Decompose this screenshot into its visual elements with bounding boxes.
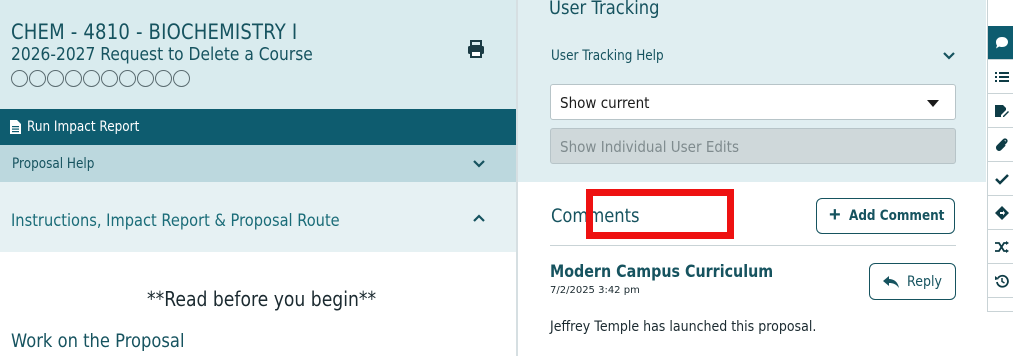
user-tracking-section: User Tracking User Tracking Help Show cu… — [518, 0, 986, 182]
reply-button[interactable]: Reply — [869, 263, 956, 300]
add-comment-button[interactable]: + Add Comment — [816, 198, 955, 234]
progress-circle — [83, 70, 100, 87]
print-icon[interactable] — [466, 39, 486, 59]
divider — [550, 245, 956, 246]
plus-icon: + — [829, 204, 841, 226]
chevron-down-icon — [943, 52, 955, 60]
comment-text: Jeffrey Temple has launched this proposa… — [550, 319, 817, 335]
chevron-up-icon — [473, 214, 485, 222]
highlight-box — [586, 189, 734, 239]
user-tracking-title: User Tracking — [549, 0, 660, 19]
proposal-subtitle: 2026-2027 Request to Delete a Course — [11, 44, 313, 65]
read-before-heading: **Read before you begin** — [147, 287, 377, 311]
instructions-toggle[interactable]: Instructions, Impact Report & Proposal R… — [0, 182, 516, 252]
proposal-header: CHEM - 4810 - BIOCHEMISTRY I 2026-2027 R… — [0, 0, 516, 109]
route-icon[interactable] — [988, 196, 1013, 230]
user-tracking-help-label: User Tracking Help — [551, 48, 664, 64]
progress-circle — [65, 70, 82, 87]
proposal-help-label: Proposal Help — [12, 156, 95, 172]
proposal-help-toggle[interactable]: Proposal Help — [0, 145, 516, 182]
check-icon[interactable] — [988, 162, 1013, 196]
list-icon[interactable] — [988, 60, 1013, 94]
progress-circle — [29, 70, 46, 87]
history-icon[interactable] — [988, 264, 1013, 298]
proposal-panel: CHEM - 4810 - BIOCHEMISTRY I 2026-2027 R… — [0, 0, 516, 356]
comment-date: 7/2/2025 3:42 pm — [550, 285, 640, 296]
progress-circles — [11, 70, 190, 87]
course-title: CHEM - 4810 - BIOCHEMISTRY I — [11, 20, 298, 44]
progress-circle — [101, 70, 118, 87]
shuffle-icon[interactable] — [988, 230, 1013, 264]
comment-author: Modern Campus Curriculum — [550, 262, 774, 282]
instructions-label: Instructions, Impact Report & Proposal R… — [11, 211, 340, 231]
progress-circle — [155, 70, 172, 87]
progress-circle — [11, 70, 28, 87]
select-value: Show current — [560, 94, 650, 112]
paperclip-icon[interactable] — [988, 128, 1013, 162]
side-toolbar — [987, 0, 1013, 312]
progress-circle — [47, 70, 64, 87]
side-panel: User Tracking User Tracking Help Show cu… — [516, 0, 986, 356]
run-impact-report-button[interactable]: Run Impact Report — [0, 109, 516, 145]
progress-circle — [119, 70, 136, 87]
chevron-down-icon — [473, 160, 485, 168]
progress-circle — [173, 70, 190, 87]
reply-label: Reply — [907, 274, 942, 290]
run-impact-report-label: Run Impact Report — [27, 119, 140, 135]
progress-circle — [137, 70, 154, 87]
user-tracking-select[interactable]: Show current — [550, 84, 956, 120]
show-individual-edits-button[interactable]: Show Individual User Edits — [550, 128, 956, 164]
work-on-proposal-heading: Work on the Proposal — [11, 330, 185, 352]
show-individual-edits-label: Show Individual User Edits — [560, 138, 740, 156]
reply-icon — [883, 276, 899, 288]
document-icon — [10, 120, 21, 134]
caret-down-icon — [927, 100, 939, 107]
edit-doc-icon[interactable] — [988, 94, 1013, 128]
add-comment-label: Add Comment — [849, 208, 945, 224]
comment-icon[interactable] — [988, 26, 1013, 60]
